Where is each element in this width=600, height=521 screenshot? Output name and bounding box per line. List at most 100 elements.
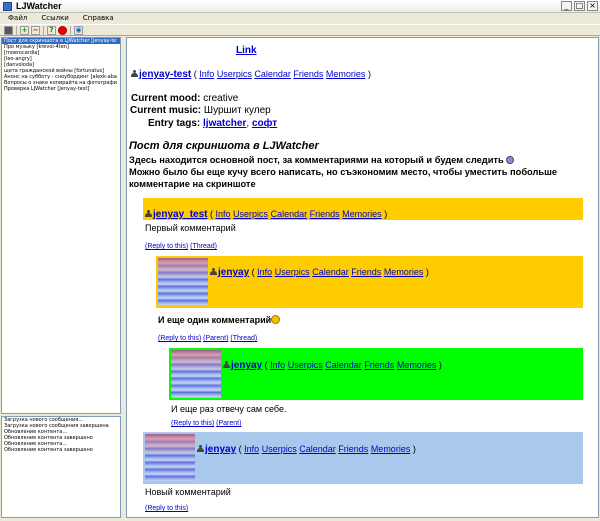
userpics-link[interactable]: Userpics [262, 444, 297, 454]
posts-list[interactable]: Пост для скриншота в LJWatcher [jenyay-t… [1, 37, 121, 414]
info-link[interactable]: Info [199, 69, 214, 79]
maximize-button[interactable]: □ [574, 1, 585, 11]
tags-label: Entry tags: [148, 118, 201, 129]
add-icon[interactable]: + [20, 25, 29, 35]
memories-link[interactable]: Memories [371, 444, 411, 454]
menu-help[interactable]: Справка [83, 13, 114, 24]
paren-open: ( [251, 267, 255, 277]
toolbar: + − ? ◉ [0, 24, 600, 36]
tag-link[interactable]: ljwatcher [203, 118, 246, 129]
tag-separator: , [246, 118, 250, 129]
comment-header: jenyay ( Info Userpics Calendar Friends … [197, 444, 416, 455]
parent-link[interactable]: (Parent) [203, 335, 228, 342]
post-link[interactable]: Link [236, 45, 257, 56]
post-user-line: jenyay-test ( Info Userpics Calendar Fri… [131, 69, 371, 80]
userpic-image [145, 434, 195, 482]
parent-link[interactable]: (Parent) [216, 420, 241, 427]
minimize-button[interactable]: _ [561, 1, 572, 11]
comment-actions: (Reply to this) (Parent) (Thread) [158, 335, 257, 342]
reply-link[interactable]: (Reply to this) [145, 505, 188, 512]
tag-link[interactable]: софт [252, 118, 277, 129]
post-body-line: Здесь находится основной пост, за коммен… [129, 155, 504, 165]
user-icon[interactable] [223, 361, 230, 369]
friends-link[interactable]: Friends [351, 267, 381, 277]
title-bar: LJWatcher _ □ × [0, 0, 600, 13]
post-subject: Пост для скриншота в LJWatcher [129, 140, 319, 152]
calendar-link[interactable]: Calendar [325, 360, 362, 370]
comment-text: И еще раз отвечу сам себе. [171, 404, 287, 414]
comment-username[interactable]: jenyay [218, 267, 249, 278]
userpic-image [171, 350, 221, 398]
help-icon[interactable]: ? [47, 25, 56, 35]
userpics-link[interactable]: Userpics [275, 267, 310, 277]
list-item[interactable]: Проверка LJWatcher [jenyay-test] [2, 86, 120, 92]
menu-bar: Файл Ссылки Справка [0, 13, 600, 24]
comment-actions: (Reply to this) (Parent) [171, 420, 241, 427]
stop-icon[interactable] [58, 25, 67, 35]
friends-link[interactable]: Friends [293, 69, 323, 79]
paren-open: ( [238, 444, 242, 454]
reply-link[interactable]: (Reply to this) [158, 335, 201, 342]
view-icon[interactable]: ◉ [74, 25, 83, 35]
memories-link[interactable]: Memories [342, 209, 382, 219]
comment-header: jenyay ( Info Userpics Calendar Friends … [223, 360, 442, 371]
music-value: Шуршит кулер [203, 105, 271, 116]
calendar-link[interactable]: Calendar [312, 267, 349, 277]
post-username[interactable]: jenyay-test [139, 69, 191, 80]
paren-open: ( [264, 360, 268, 370]
userpics-link[interactable]: Userpics [233, 209, 268, 219]
mood-label: Current mood: [131, 93, 201, 104]
wink-smiley-icon [271, 315, 281, 324]
paren-close: ) [438, 360, 442, 370]
menu-file[interactable]: Файл [8, 13, 27, 24]
calendar-link[interactable]: Calendar [271, 209, 308, 219]
user-icon[interactable] [131, 70, 138, 78]
friends-link[interactable]: Friends [364, 360, 394, 370]
memories-link[interactable]: Memories [326, 69, 366, 79]
thread-link[interactable]: (Thread) [190, 243, 217, 250]
reply-link[interactable]: (Reply to this) [145, 243, 188, 250]
comment-username[interactable]: jenyay_test [153, 209, 207, 220]
smile-icon [506, 156, 515, 164]
info-link[interactable]: Info [257, 267, 272, 277]
info-link[interactable]: Info [270, 360, 285, 370]
thread-link[interactable]: (Thread) [230, 335, 257, 342]
comment-header: jenyay_test ( Info Userpics Calendar Fri… [145, 209, 387, 220]
paren-open: ( [193, 69, 197, 79]
friends-link[interactable]: Friends [338, 444, 368, 454]
calendar-link[interactable]: Calendar [299, 444, 336, 454]
paren-close: ) [384, 209, 388, 219]
remove-icon[interactable]: − [31, 25, 40, 35]
comment-text: Новый комментарий [145, 487, 231, 497]
toolbar-separator [70, 25, 71, 35]
comment-username[interactable]: jenyay [231, 360, 262, 371]
comment-text-content: И еще один комментарий [158, 315, 272, 325]
reply-link[interactable]: (Reply to this) [171, 420, 214, 427]
memories-link[interactable]: Memories [397, 360, 437, 370]
userpic-image [158, 258, 208, 306]
calendar-link[interactable]: Calendar [254, 69, 291, 79]
toolbar-separator [43, 25, 44, 35]
user-icon[interactable] [197, 445, 204, 453]
close-button[interactable]: × [587, 1, 598, 11]
comment-text: И еще один комментарий [158, 315, 281, 325]
window-title: LJWatcher [16, 1, 62, 11]
current-mood: Current mood: creative [131, 93, 238, 104]
user-icon[interactable] [210, 268, 217, 276]
log-item: Обновление контента завершено [4, 447, 93, 453]
comment-actions: (Reply to this) [145, 505, 188, 512]
save-icon[interactable] [4, 25, 13, 35]
paren-open: ( [210, 209, 213, 219]
friends-link[interactable]: Friends [310, 209, 340, 219]
info-link[interactable]: Info [216, 209, 231, 219]
info-link[interactable]: Info [244, 444, 259, 454]
comment-header-bar [143, 432, 583, 484]
userpics-link[interactable]: Userpics [288, 360, 323, 370]
comment-username[interactable]: jenyay [205, 444, 236, 455]
userpics-link[interactable]: Userpics [217, 69, 252, 79]
app-icon [3, 2, 12, 11]
menu-links[interactable]: Ссылки [41, 13, 69, 24]
memories-link[interactable]: Memories [384, 267, 424, 277]
user-icon[interactable] [145, 210, 152, 218]
entry-tags: Entry tags: ljwatcher, софт [148, 118, 277, 129]
